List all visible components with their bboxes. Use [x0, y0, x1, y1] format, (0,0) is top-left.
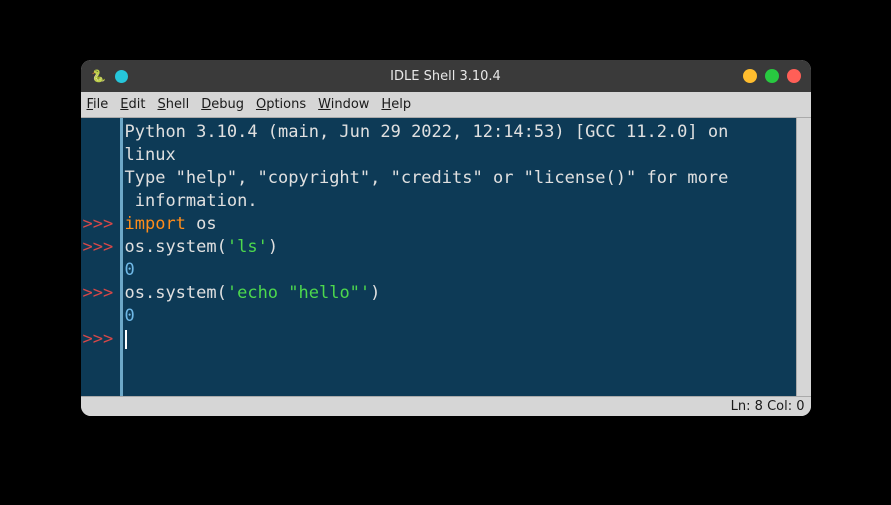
output: 0 — [125, 306, 135, 326]
module-name: os — [186, 214, 217, 234]
shell-area[interactable]: >>> >>> >>> >>> Python 3.10.4 (main, Jun… — [81, 118, 811, 396]
minimize-button[interactable] — [743, 69, 757, 83]
prompt: >>> — [83, 236, 120, 259]
menubar: File Edit Shell Debug Options Window Hel… — [81, 92, 811, 118]
idle-window: 🐍 IDLE Shell 3.10.4 File Edit Shell Debu… — [81, 60, 811, 416]
banner-line: information. — [125, 191, 258, 211]
text-cursor — [125, 330, 127, 349]
titlebar-dot — [115, 70, 128, 83]
prompt-gutter: >>> >>> >>> >>> — [81, 118, 120, 396]
statusbar: Ln: 8 Col: 0 — [81, 396, 811, 416]
menu-debug[interactable]: Debug — [201, 97, 244, 112]
menu-file[interactable]: File — [87, 97, 109, 112]
titlebar-left: 🐍 — [91, 68, 128, 84]
prompt: >>> — [83, 328, 120, 351]
banner-line: Type "help", "copyright", "credits" or "… — [125, 168, 729, 188]
code: ) — [268, 237, 278, 257]
menu-edit[interactable]: Edit — [120, 97, 145, 112]
menu-shell[interactable]: Shell — [157, 97, 189, 112]
menu-window[interactable]: Window — [318, 97, 369, 112]
output: 0 — [125, 260, 135, 280]
keyword: import — [125, 214, 186, 234]
close-button[interactable] — [787, 69, 801, 83]
prompt: >>> — [83, 213, 120, 236]
maximize-button[interactable] — [765, 69, 779, 83]
code: ) — [370, 283, 380, 303]
window-controls — [743, 69, 801, 83]
code: os.system( — [125, 283, 227, 303]
banner-line: Python 3.10.4 (main, Jun 29 2022, 12:14:… — [125, 122, 739, 142]
python-icon: 🐍 — [91, 68, 107, 84]
code: os.system( — [125, 237, 227, 257]
window-title: IDLE Shell 3.10.4 — [390, 69, 501, 84]
string-literal: 'echo "hello"' — [227, 283, 370, 303]
vertical-scrollbar[interactable] — [796, 118, 811, 396]
titlebar: 🐍 IDLE Shell 3.10.4 — [81, 60, 811, 92]
string-literal: 'ls' — [227, 237, 268, 257]
menu-options[interactable]: Options — [256, 97, 306, 112]
menu-help[interactable]: Help — [381, 97, 411, 112]
shell-text[interactable]: Python 3.10.4 (main, Jun 29 2022, 12:14:… — [123, 118, 796, 396]
prompt: >>> — [83, 282, 120, 305]
cursor-position: Ln: 8 Col: 0 — [731, 399, 805, 414]
banner-line: linux — [125, 145, 176, 165]
